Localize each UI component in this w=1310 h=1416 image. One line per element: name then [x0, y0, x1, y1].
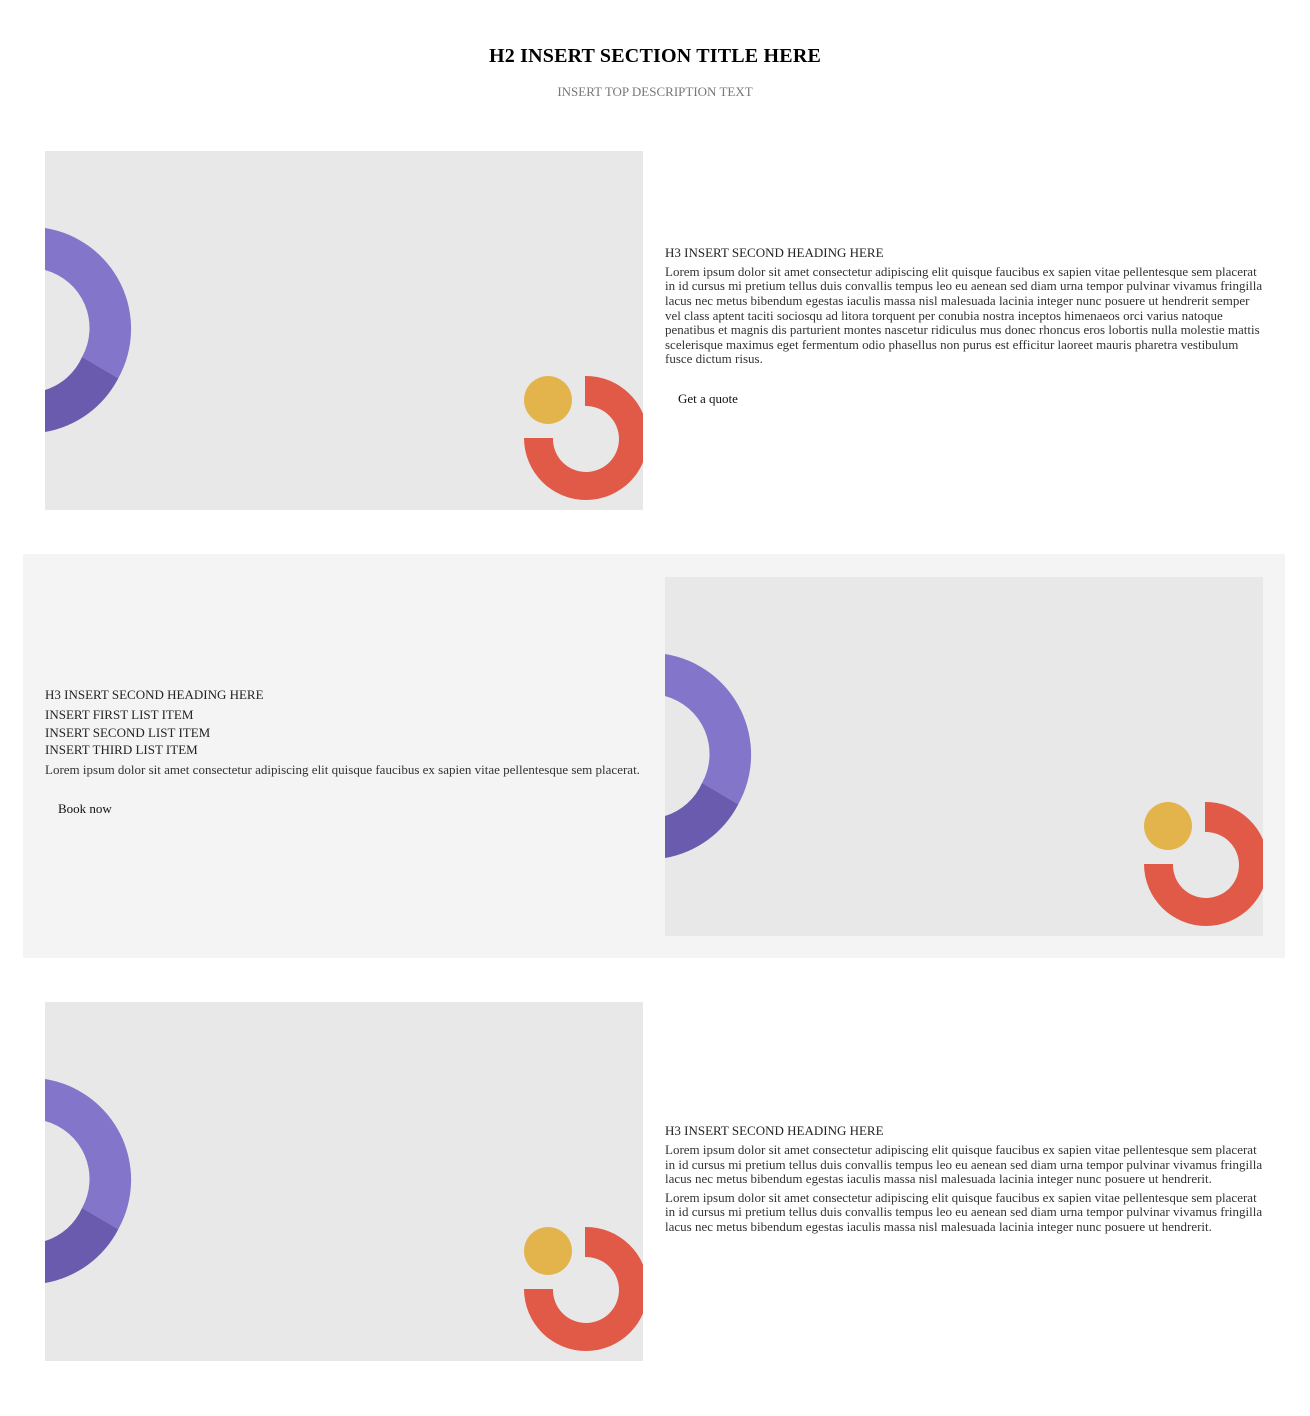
placeholder-image	[45, 151, 643, 510]
feature-heading: H3 INSERT SECOND HEADING HERE	[665, 1123, 884, 1139]
feature-paragraph: Lorem ipsum dolor sit amet consectetur a…	[665, 263, 1263, 367]
section-description: INSERT TOP DESCRIPTION TEXT	[557, 84, 753, 99]
feature-row-2: H3 INSERT SECOND HEADING HERE INSERT FIR…	[0, 554, 1310, 958]
feature-paragraph: Lorem ipsum dolor sit amet consectetur a…	[665, 1189, 1263, 1234]
section-title: H2 INSERT SECTION TITLE HERE	[488, 45, 822, 67]
list-item: INSERT FIRST LIST ITEM	[45, 707, 194, 723]
purple-ring-light-segment	[665, 654, 752, 805]
yellow-dot	[524, 1227, 572, 1275]
list-item: INSERT SECOND LIST ITEM	[45, 724, 211, 740]
feature-paragraph: Lorem ipsum dolor sit amet consectetur a…	[665, 1142, 1263, 1187]
purple-ring-light-segment	[45, 228, 132, 379]
feature-heading: H3 INSERT SECOND HEADING HERE	[45, 686, 264, 702]
feature-paragraph: Lorem ipsum dolor sit amet consectetur a…	[45, 761, 640, 777]
feature-row-3: H3 INSERT SECOND HEADING HERE Lorem ipsu…	[0, 1002, 1310, 1361]
placeholder-image	[665, 577, 1263, 936]
decorative-shapes	[45, 1079, 643, 1351]
book-now-button[interactable]: Book now	[45, 793, 125, 825]
feature-heading: H3 INSERT SECOND HEADING HERE	[665, 245, 884, 261]
decorative-shapes	[665, 654, 1263, 926]
decorative-shapes	[45, 228, 643, 500]
list-item: INSERT THIRD LIST ITEM	[45, 742, 198, 758]
feature-text-1: H3 INSERT SECOND HEADING HERE Lorem ipsu…	[665, 151, 1263, 510]
yellow-dot	[1144, 802, 1192, 850]
section-header: H2 INSERT SECTION TITLE HERE INSERT TOP …	[0, 0, 1310, 100]
feature-text-2: H3 INSERT SECOND HEADING HERE INSERT FIR…	[45, 577, 643, 936]
placeholder-image	[45, 1002, 643, 1361]
feature-list: INSERT FIRST LIST ITEM INSERT SECOND LIS…	[45, 706, 643, 759]
purple-ring-light-segment	[45, 1079, 132, 1230]
feature-text-3: H3 INSERT SECOND HEADING HERE Lorem ipsu…	[665, 1002, 1263, 1361]
feature-row-1: H3 INSERT SECOND HEADING HERE Lorem ipsu…	[0, 151, 1310, 510]
get-a-quote-button[interactable]: Get a quote	[665, 383, 751, 415]
yellow-dot	[524, 376, 572, 424]
